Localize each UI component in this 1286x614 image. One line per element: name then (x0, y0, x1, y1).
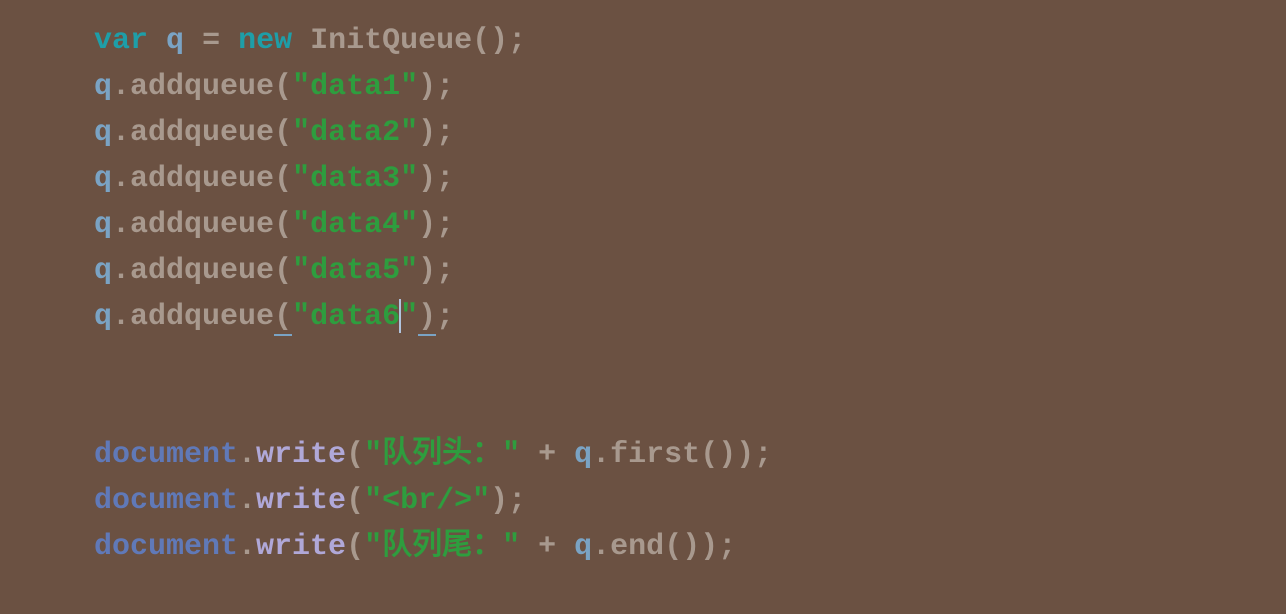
blank-line (94, 386, 1286, 432)
string-literal: "data3" (292, 162, 418, 196)
string-literal: "data1" (292, 70, 418, 104)
document-object: document (94, 438, 238, 472)
code-editor[interactable]: var q = new InitQueue(); q.addqueue("dat… (94, 18, 1286, 570)
document-object: document (94, 530, 238, 564)
code-line-4: q.addqueue("data3"); (94, 156, 1286, 202)
write-method: write (256, 438, 346, 472)
code-line-2: q.addqueue("data1"); (94, 64, 1286, 110)
string-literal: "队列头：" (364, 438, 520, 472)
keyword-new: new (238, 24, 292, 58)
string-literal: "data5" (292, 254, 418, 288)
constructor-name: InitQueue (310, 24, 472, 58)
code-line-11: document.write("<br/>"); (94, 478, 1286, 524)
keyword-var: var (94, 24, 148, 58)
code-line-1: var q = new InitQueue(); (94, 18, 1286, 64)
blank-line (94, 340, 1286, 386)
string-literal: "data4" (292, 208, 418, 242)
code-line-10: document.write("队列头：" + q.first()); (94, 432, 1286, 478)
code-line-7: q.addqueue("data6"); (94, 294, 1286, 340)
code-line-6: q.addqueue("data5"); (94, 248, 1286, 294)
string-literal: "data6 (292, 300, 400, 334)
string-literal: "data2" (292, 116, 418, 150)
code-line-12: document.write("队列尾：" + q.end()); (94, 524, 1286, 570)
document-object: document (94, 484, 238, 518)
string-literal: "<br/>" (364, 484, 490, 518)
write-method: write (256, 530, 346, 564)
code-line-5: q.addqueue("data4"); (94, 202, 1286, 248)
variable-q: q (166, 24, 184, 58)
code-line-3: q.addqueue("data2"); (94, 110, 1286, 156)
matched-paren: ( (274, 300, 292, 336)
write-method: write (256, 484, 346, 518)
operator-eq: = (202, 24, 220, 58)
matched-paren: ) (418, 300, 436, 336)
string-literal: "队列尾：" (364, 530, 520, 564)
